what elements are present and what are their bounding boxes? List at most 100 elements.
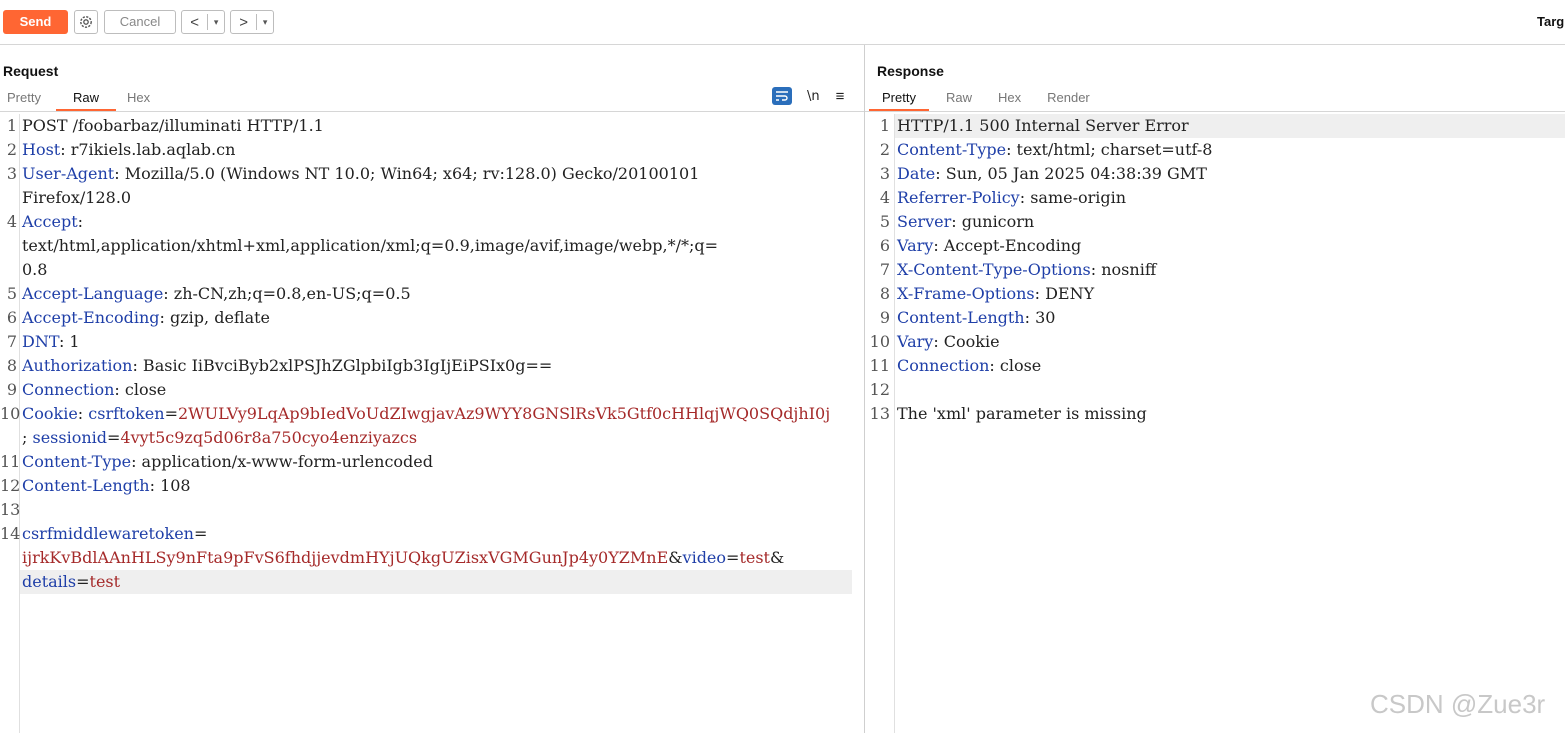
header-name: X-Frame-Options xyxy=(897,284,1035,303)
request-current-line-highlight xyxy=(20,570,852,594)
header-name: Accept xyxy=(22,212,78,231)
response-code-line: Vary: Cookie xyxy=(897,330,1000,354)
show-newlines-button[interactable]: \n xyxy=(807,89,820,104)
header-name: Referrer-Policy xyxy=(897,188,1020,207)
request-line-number: 13 xyxy=(0,500,21,519)
param-value: test xyxy=(89,572,121,591)
response-line-number: 10 xyxy=(869,332,890,351)
response-code-line: Server: gunicorn xyxy=(897,210,1034,234)
request-code-line: Accept-Language: zh-CN,zh;q=0.8,en-US;q=… xyxy=(22,282,411,306)
text-segment: : nosniff xyxy=(1090,260,1157,279)
request-code-line: DNT: 1 xyxy=(22,330,80,354)
param-value: ijrkKvBdlAAnHLSy9nFta9pFvS6fhdjjevdmHYjU… xyxy=(22,548,669,567)
request-line-number: 1 xyxy=(6,116,17,135)
request-line-number: 2 xyxy=(6,140,17,159)
header-name: Content-Type xyxy=(22,452,132,471)
response-code-line: Connection: close xyxy=(897,354,1041,378)
response-line-number: 5 xyxy=(879,212,890,231)
back-history-dropdown[interactable]: ▾ xyxy=(207,14,224,30)
response-code-line: X-Content-Type-Options: nosniff xyxy=(897,258,1156,282)
word-wrap-button[interactable] xyxy=(772,87,792,105)
tab-response-raw[interactable]: Raw xyxy=(939,88,979,109)
header-name: sessionid xyxy=(32,428,107,447)
response-line-number: 6 xyxy=(879,236,890,255)
tab-response-render[interactable]: Render xyxy=(1040,88,1097,109)
text-segment: = xyxy=(107,428,121,447)
target-label[interactable]: Targ xyxy=(1537,14,1564,29)
response-line-number: 1 xyxy=(879,116,890,135)
response-code-line: Content-Type: text/html; charset=utf-8 xyxy=(897,138,1212,162)
request-line-number: 14 xyxy=(0,524,21,543)
response-line-number: 4 xyxy=(879,188,890,207)
header-name: User-Agent xyxy=(22,164,115,183)
header-name: Cookie xyxy=(22,404,78,423)
text-segment: : Mozilla/5.0 (Windows NT 10.0; Win64; x… xyxy=(114,164,700,183)
response-code-line: HTTP/1.1 500 Internal Server Error xyxy=(897,114,1189,138)
text-segment: text/html,application/xhtml+xml,applicat… xyxy=(22,236,719,255)
settings-button[interactable] xyxy=(74,10,98,34)
response-line-number: 11 xyxy=(869,356,890,375)
request-tab-underline xyxy=(0,111,864,112)
header-name: Vary xyxy=(897,236,934,255)
back-nav[interactable]: < ▾ xyxy=(181,10,225,34)
hamburger-menu-icon[interactable]: ≡ xyxy=(836,88,845,105)
text-segment: : DENY xyxy=(1034,284,1095,303)
forward-history-dropdown[interactable]: ▾ xyxy=(256,14,273,30)
tab-request-pretty[interactable]: Pretty xyxy=(0,88,48,109)
response-code-line: X-Frame-Options: DENY xyxy=(897,282,1094,306)
response-line-number: 3 xyxy=(879,164,890,183)
header-name: Connection xyxy=(897,356,990,375)
request-code-line: Content-Type: application/x-www-form-url… xyxy=(22,450,433,474)
param-value: 4vyt5c9zq5d06r8a750cyo4enziyazcs xyxy=(120,428,418,447)
response-title: Response xyxy=(877,63,944,79)
request-code-line: Cookie: csrftoken=2WULVy9LqAp9bIedVoUdZI… xyxy=(22,402,830,426)
text-segment: = xyxy=(193,524,208,543)
back-arrow-icon[interactable]: < xyxy=(182,14,207,31)
text-segment: : gzip, deflate xyxy=(159,308,271,327)
forward-nav[interactable]: > ▾ xyxy=(230,10,274,34)
word-wrap-icon xyxy=(776,91,788,101)
request-editor-tools: \n ≡ xyxy=(772,87,844,105)
text-segment: : xyxy=(77,212,84,231)
header-name: Vary xyxy=(897,332,934,351)
tab-response-hex[interactable]: Hex xyxy=(991,88,1028,109)
text-segment: = xyxy=(164,404,178,423)
tab-request-raw[interactable]: Raw xyxy=(55,88,116,111)
tab-response-pretty[interactable]: Pretty xyxy=(869,88,929,111)
header-name: Content-Length xyxy=(897,308,1025,327)
text-segment: : 1 xyxy=(58,332,80,351)
header-name: Host xyxy=(22,140,61,159)
request-code-line: csrfmiddlewaretoken= xyxy=(22,522,207,546)
request-line-number: 5 xyxy=(6,284,17,303)
text-segment: : application/x-www-form-urlencoded xyxy=(131,452,433,471)
text-segment: : Cookie xyxy=(933,332,1000,351)
tab-request-hex[interactable]: Hex xyxy=(120,88,157,109)
request-tabs: Pretty Raw Hex xyxy=(0,88,171,111)
text-segment: : Accept-Encoding xyxy=(933,236,1082,255)
request-line-number: 10 xyxy=(0,404,21,423)
text-segment: HTTP/1.1 500 Internal Server Error xyxy=(897,116,1189,135)
response-line-number: 12 xyxy=(869,380,890,399)
forward-arrow-icon[interactable]: > xyxy=(231,14,256,31)
response-line-number: 9 xyxy=(879,308,890,327)
request-code-line: User-Agent: Mozilla/5.0 (Windows NT 10.0… xyxy=(22,162,699,186)
header-name: Accept-Language xyxy=(22,284,164,303)
request-code-line: ijrkKvBdlAAnHLSy9nFta9pFvS6fhdjjevdmHYjU… xyxy=(22,546,784,570)
request-code-line: POST /foobarbaz/illuminati HTTP/1.1 xyxy=(22,114,324,138)
header-name: DNT xyxy=(22,332,59,351)
cancel-button[interactable]: Cancel xyxy=(104,10,176,34)
response-code-line: Content-Length: 30 xyxy=(897,306,1055,330)
request-line-number: 4 xyxy=(6,212,17,231)
text-segment: : same-origin xyxy=(1019,188,1127,207)
response-tabs: Pretty Raw Hex Render xyxy=(869,88,1111,111)
response-line-number: 8 xyxy=(879,284,890,303)
param-value: test xyxy=(739,548,770,567)
request-title: Request xyxy=(3,63,59,79)
text-segment: : zh-CN,zh;q=0.8,en-US;q=0.5 xyxy=(163,284,411,303)
toolbar: Send Cancel < ▾ > ▾ Targ xyxy=(0,0,1565,45)
response-line-number: 13 xyxy=(869,404,890,423)
send-button[interactable]: Send xyxy=(3,10,68,34)
header-name: Accept-Encoding xyxy=(22,308,160,327)
header-name: Authorization xyxy=(22,356,133,375)
request-line-number: 12 xyxy=(0,476,21,495)
